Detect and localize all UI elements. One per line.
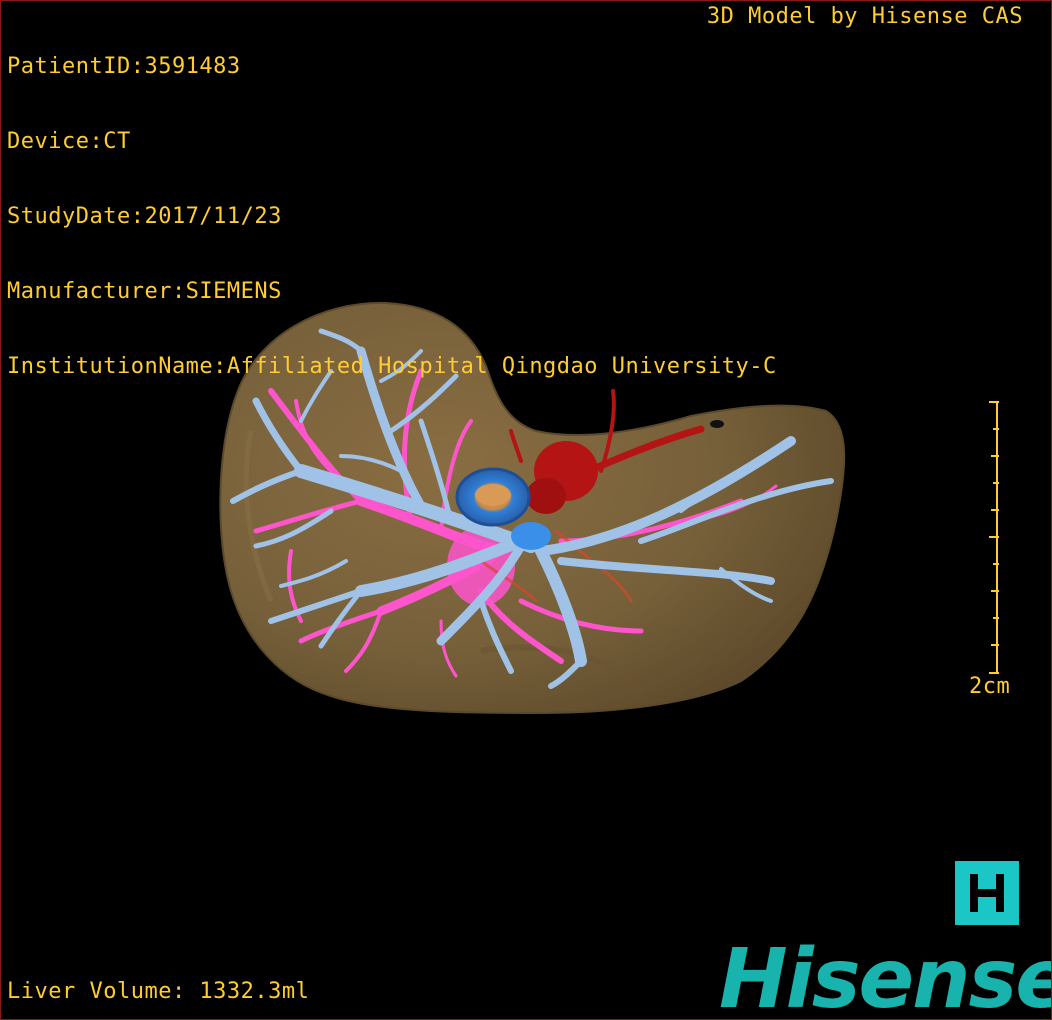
institution-label: InstitutionName:Affiliated Hospital Qing…: [7, 354, 777, 379]
patient-id-label: PatientID:3591483: [7, 54, 241, 79]
viewer-frame: PatientID:3591483 Device:CT StudyDate:20…: [0, 0, 1052, 1020]
liver-volume-readout: Liver Volume: 1332.3ml: [7, 979, 310, 1004]
scale-bar-label: 2cm: [969, 674, 1011, 699]
ivc-lumen: [475, 484, 511, 506]
ivc-vein-stub: [511, 522, 551, 550]
hisense-wordmark: Hisense: [719, 932, 1052, 1020]
manufacturer-label: Manufacturer:SIEMENS: [7, 279, 282, 304]
study-info-panel: PatientID:3591483 Device:CT StudyDate:20…: [7, 4, 777, 429]
device-label: Device:CT: [7, 129, 131, 154]
scale-bar: [989, 401, 999, 674]
hisense-logo-icon: [955, 861, 1019, 925]
model-credit: 3D Model by Hisense CAS: [706, 4, 1023, 29]
h-glyph-icon: [964, 870, 1010, 916]
study-date-label: StudyDate:2017/11/23: [7, 204, 282, 229]
aorta-segment: [526, 478, 566, 514]
